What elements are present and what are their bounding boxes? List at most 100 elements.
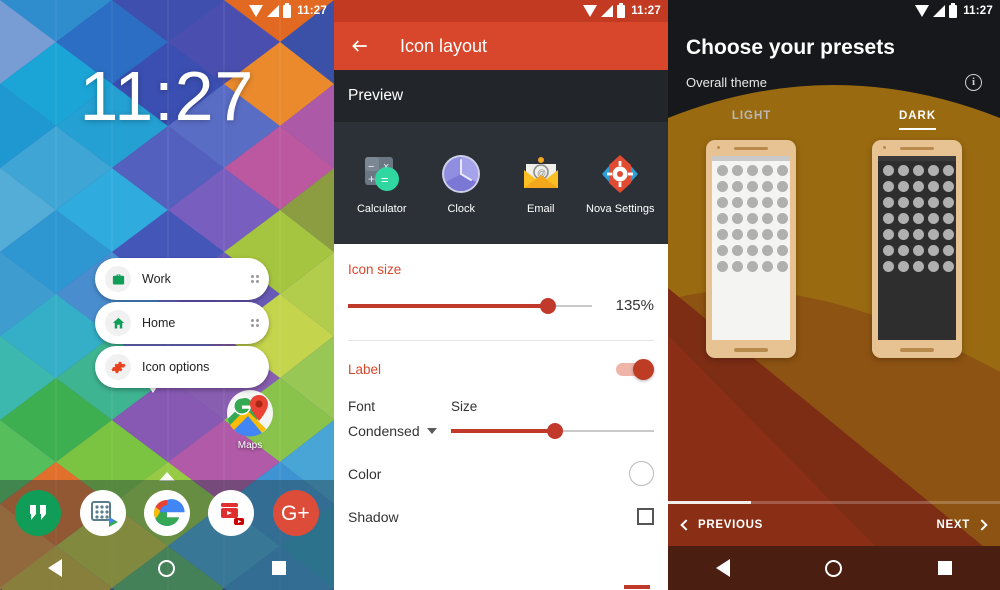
- cut-off-slider: [334, 585, 668, 590]
- popup-item-label: Work: [142, 272, 171, 286]
- status-time: 11:27: [963, 5, 993, 17]
- battery-icon: [617, 2, 626, 18]
- app-icon-maps[interactable]: Maps: [222, 389, 278, 451]
- preview-app-calculator: − × + = Calculator: [347, 152, 417, 215]
- email-icon: @: [519, 152, 563, 196]
- statusbar-panel2: 11:27: [334, 0, 668, 22]
- popup-item-work[interactable]: Work: [95, 258, 269, 300]
- popup-item-label: Home: [142, 316, 176, 330]
- icon-size-value: 135%: [615, 297, 654, 314]
- tab-light[interactable]: LIGHT: [732, 110, 772, 130]
- calculator-icon: − × + =: [360, 152, 404, 196]
- drag-handle-icon[interactable]: [250, 274, 259, 284]
- popup-item-home[interactable]: Home: [95, 302, 269, 344]
- next-button[interactable]: NEXT: [936, 519, 988, 531]
- app-label: Maps: [237, 440, 263, 451]
- briefcase-icon: [105, 266, 131, 292]
- phone-mockup-light[interactable]: [706, 140, 796, 358]
- wifi-icon: [915, 5, 930, 17]
- clock-icon: [439, 152, 483, 196]
- youtube-icon[interactable]: [208, 490, 255, 536]
- mock-statusbar: [712, 156, 790, 161]
- info-icon[interactable]: i: [965, 74, 982, 91]
- home-icon[interactable]: [158, 559, 176, 577]
- theme-tabs: LIGHT DARK: [668, 110, 1000, 130]
- home-button-bar: [734, 348, 768, 352]
- clock-widget[interactable]: 11:27: [0, 56, 334, 136]
- slider-thumb[interactable]: [540, 297, 557, 314]
- panel-homescreen: 11:27 11:27 Work Home Icon options Maps …: [0, 0, 334, 590]
- color-setting-row[interactable]: Color: [334, 439, 668, 486]
- google-search-icon[interactable]: [143, 490, 190, 536]
- wizard-nav: PREVIOUS NEXT: [668, 504, 1000, 546]
- preview-app-clock: Clock: [426, 152, 496, 215]
- chevron-left-icon: [680, 519, 692, 531]
- screenshot-stage: 11:27 11:27 Work Home Icon options Maps …: [0, 0, 1000, 590]
- label-toggle[interactable]: [616, 359, 654, 380]
- camera-dot-icon: [717, 146, 720, 149]
- font-dropdown[interactable]: Condensed: [348, 423, 451, 439]
- home-icon[interactable]: [825, 559, 843, 577]
- dock: G+: [0, 480, 334, 546]
- play-store-apps-icon[interactable]: [79, 490, 126, 536]
- popup-item-label: Icon options: [142, 360, 210, 374]
- shadow-setting-row[interactable]: Shadow: [334, 486, 668, 525]
- drag-handle-icon[interactable]: [250, 318, 259, 328]
- signal-icon: [933, 5, 946, 17]
- status-time: 11:27: [631, 5, 661, 17]
- app-grid-light: [717, 165, 788, 272]
- size-heading: Size: [451, 399, 478, 414]
- slider-fill: [451, 429, 555, 433]
- preview-app-label: Calculator: [356, 202, 407, 215]
- svg-text:+: +: [368, 172, 375, 186]
- wifi-icon: [583, 5, 598, 17]
- slider-thumb[interactable]: [546, 423, 563, 439]
- font-heading: Font: [348, 399, 376, 414]
- preview-app-label: Nova Settings: [586, 202, 655, 215]
- appbar: Icon layout: [334, 22, 668, 70]
- back-arrow-icon[interactable]: [350, 36, 370, 56]
- next-label: NEXT: [936, 519, 970, 531]
- color-swatch[interactable]: [629, 461, 654, 486]
- hangouts-icon[interactable]: [15, 490, 62, 536]
- previous-button[interactable]: PREVIOUS: [680, 519, 764, 531]
- recents-icon[interactable]: [938, 561, 953, 575]
- statusbar-panel1: 11:27: [0, 0, 334, 22]
- screen-light: [712, 156, 790, 340]
- preview-heading: Preview: [334, 70, 668, 122]
- preview-app-nova-settings: Nova Settings: [585, 152, 655, 215]
- svg-text:G+: G+: [281, 502, 310, 525]
- shadow-checkbox[interactable]: [637, 508, 654, 525]
- icon-size-slider[interactable]: [348, 297, 592, 314]
- chevron-right-icon: [976, 519, 988, 531]
- phone-mockup-dark[interactable]: [872, 140, 962, 358]
- tab-dark[interactable]: DARK: [898, 110, 937, 130]
- google-plus-icon[interactable]: G+: [272, 490, 319, 536]
- toggle-thumb: [633, 359, 654, 380]
- label-size-slider[interactable]: [451, 423, 654, 439]
- font-size-row: Condensed: [334, 414, 668, 439]
- overall-theme-label: Overall theme: [686, 75, 767, 90]
- house-icon: [105, 310, 131, 336]
- screen-dark: [878, 156, 956, 340]
- panel-choose-presets: 11:27 Choose your presets Overall theme …: [668, 0, 1000, 590]
- preview-app-email: @ Email: [506, 152, 576, 215]
- back-icon[interactable]: [48, 559, 63, 577]
- preview-panel: − × + = Calculator Clock @ Email Nova Se…: [334, 122, 668, 244]
- mock-statusbar: [878, 156, 956, 161]
- overall-theme-row: Overall theme i: [686, 74, 982, 91]
- presets-title: Choose your presets: [686, 36, 895, 59]
- font-size-headings: Font Size: [334, 377, 668, 414]
- theme-previews: [668, 140, 1000, 370]
- previous-label: PREVIOUS: [698, 519, 764, 531]
- back-icon[interactable]: [715, 559, 730, 577]
- navbar-panel1: [0, 546, 334, 590]
- settings-list: Icon size 135% Label Font Size Condensed…: [334, 244, 668, 590]
- popup-item-icon-options[interactable]: Icon options: [95, 346, 269, 388]
- app-grid-dark: [883, 165, 954, 272]
- page-title: Icon layout: [400, 35, 488, 56]
- recents-icon[interactable]: [271, 561, 286, 575]
- svg-text:=: =: [381, 172, 389, 187]
- signal-icon: [601, 5, 614, 17]
- label-setting-row[interactable]: Label: [334, 341, 668, 380]
